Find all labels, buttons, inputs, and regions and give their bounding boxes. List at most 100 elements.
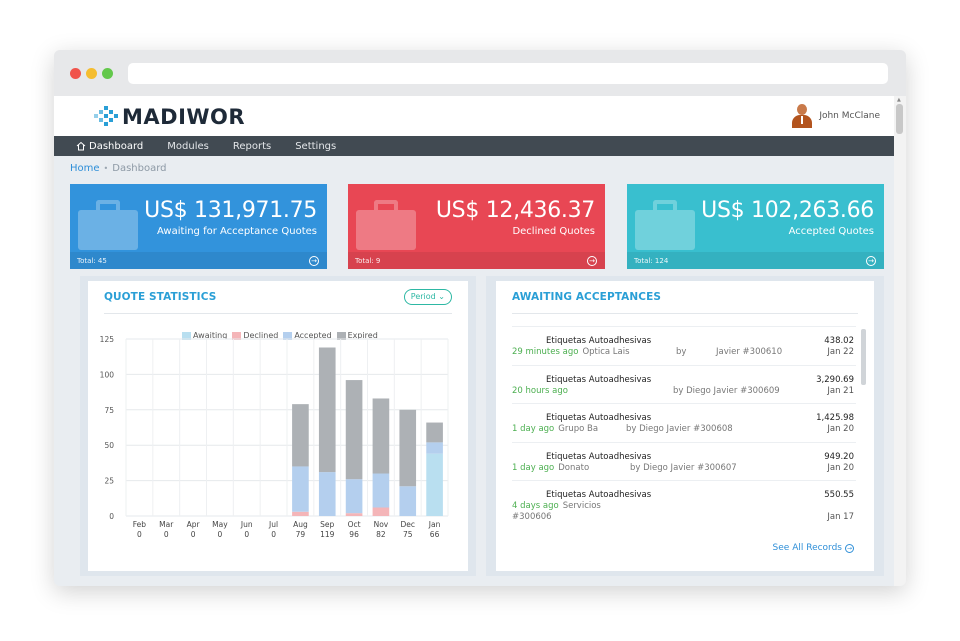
bar-total-label: 66 [430,530,440,539]
minimize-window-button[interactable] [86,68,97,79]
scrollbar-thumb[interactable] [896,104,903,134]
record-amount: 438.02 [824,336,854,346]
nav-item-modules[interactable]: Modules [167,141,209,152]
briefcase-icon [356,200,416,250]
list-item[interactable]: Etiquetas Autoadhesivas 1 day ago Donato … [512,441,856,481]
bar-declined [372,507,390,516]
record-author: Javier #300610 [716,347,783,357]
stat-card-declined[interactable]: US$ 12,436.37 Declined Quotes Total: 9 → [348,184,605,269]
stat-label: Accepted Quotes [788,226,874,237]
breadcrumb-current: Dashboard [112,163,167,174]
breadcrumb-home-link[interactable]: Home [70,163,100,174]
bar-total-label: 0 [164,530,169,539]
x-tick-label: Oct [348,520,361,529]
bar-total-label: 75 [403,530,413,539]
y-tick-label: 125 [100,335,115,344]
nav-item-label: Modules [167,140,209,152]
y-tick-label: 100 [100,370,115,379]
bar-total-label: 119 [320,530,335,539]
arrow-right-circle-icon: → [845,543,854,553]
breadcrumb: Home • Dashboard [70,163,167,174]
bar-declined [292,511,309,516]
arrow-right-circle-icon[interactable]: → [866,256,876,266]
stat-footer [348,252,605,269]
record-time-text: 1 day ago [512,424,555,434]
awaiting-records-list: Etiquetas Autoadhesivas 29 minutes ago Op… [512,326,856,528]
page-scrollbar[interactable]: ▲ [894,96,906,586]
list-item[interactable]: Etiquetas Autoadhesivas 1 day ago Grupo B… [512,403,856,442]
nav-item-settings[interactable]: Settings [295,141,336,152]
divider [512,313,858,314]
record-client: Servicios [562,501,601,511]
maximize-window-button[interactable] [102,68,113,79]
bar-expired [426,422,443,443]
bar-accepted [292,466,309,512]
nav-item-label: Settings [295,140,337,152]
address-bar[interactable] [128,63,888,84]
bar-expired [345,380,363,480]
x-tick-label: Apr [187,520,201,529]
bar-accepted [426,442,443,454]
arrow-right-circle-icon[interactable]: → [309,256,319,266]
record-date: Jan 21 [827,385,854,396]
stat-amount: US$ 102,263.66 [701,198,874,223]
list-item[interactable]: Etiquetas Autoadhesivas 29 minutes ago Op… [512,326,856,365]
record-by: by Diego Javier #300608 [626,424,733,434]
list-item[interactable]: Etiquetas Autoadhesivas 20 hours ago by … [512,364,856,404]
nav-item-dashboard[interactable]: Dashboard [76,141,143,152]
record-title: Etiquetas Autoadhesivas [546,413,652,423]
stat-card-accepted[interactable]: US$ 102,263.66 Accepted Quotes Total: 12… [627,184,884,269]
bar-accepted [318,472,336,516]
app-page: MADIWOR John McClane Dashboard Modules R… [54,96,906,586]
record-time-text: 20 hours ago [512,385,568,396]
y-tick-label: 0 [109,512,114,521]
record-time: 29 minutes ago Optica Lais [512,347,630,357]
record-time-text: 29 minutes ago [512,347,579,357]
briefcase-icon [635,200,695,250]
bar-total-label: 96 [349,530,359,539]
home-icon [76,141,86,151]
x-tick-label: Feb [133,520,147,529]
awaiting-acceptances-panel: AWAITING ACCEPTANCES Etiquetas Autoadhes… [496,281,874,571]
list-scrollbar[interactable] [861,329,866,385]
brand-logo[interactable]: MADIWOR [92,104,245,130]
bar-declined [345,513,363,516]
x-tick-label: Sep [320,520,334,529]
record-client: Optica Lais [582,347,630,357]
user-menu[interactable]: John McClane [791,104,880,128]
x-tick-label: Dec [400,520,415,529]
record-title: Etiquetas Autoadhesivas [546,490,652,500]
record-date: Jan 22 [827,347,854,357]
bar-awaiting [426,453,443,516]
panel-title: AWAITING ACCEPTANCES [512,291,662,303]
x-tick-label: Mar [159,520,174,529]
stat-total: Total: 124 [634,257,669,265]
bar-expired [292,404,309,467]
bar-expired [372,398,390,474]
stat-card-awaiting[interactable]: US$ 131,971.75 Awaiting for Acceptance Q… [70,184,327,269]
record-time-text: 1 day ago [512,462,555,473]
list-item[interactable]: Etiquetas Autoadhesivas 4 days ago Servic… [512,480,856,528]
briefcase-icon [78,200,138,250]
see-all-label: See All Records [772,543,842,553]
record-amount: 949.20 [824,451,854,462]
main-nav: Dashboard Modules Reports Settings [54,136,894,156]
record-time: 4 days ago Servicios [512,501,601,511]
avatar [791,104,813,128]
bar-expired [318,347,336,473]
close-window-button[interactable] [70,68,81,79]
record-date: Jan 17 [827,512,854,522]
x-tick-label: Nov [374,520,389,529]
bar-total-label: 79 [296,530,306,539]
scroll-up-icon[interactable]: ▲ [897,97,901,103]
see-all-records-link[interactable]: See All Records → [773,543,854,553]
quote-statistics-panel: QUOTE STATISTICS Period ⌄ Awaiting Decli… [88,281,468,571]
nav-item-reports[interactable]: Reports [233,141,271,152]
bar-total-label: 0 [244,530,249,539]
quote-statistics-chart: 0255075100125Feb0Mar0Apr0May0Jun0Jul0Aug… [100,335,449,539]
bar-accepted [372,473,390,508]
record-date: Jan 20 [827,424,854,434]
x-tick-label: Jan [428,520,441,529]
stat-label: Awaiting for Acceptance Quotes [157,226,317,237]
arrow-right-circle-icon[interactable]: → [587,256,597,266]
